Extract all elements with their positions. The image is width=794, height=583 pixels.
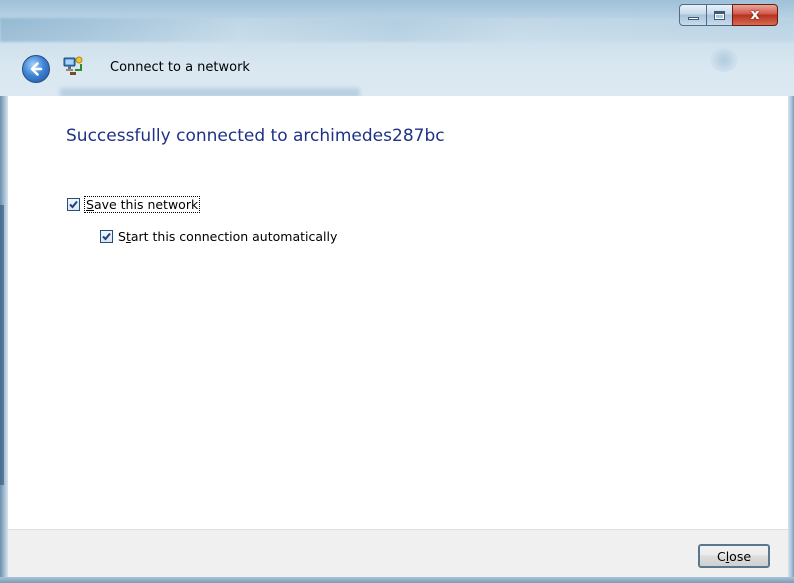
save-network-checkbox[interactable]	[67, 198, 80, 211]
button-bar: Cl ose	[8, 529, 788, 577]
right-window-border	[788, 96, 794, 583]
left-window-shadow	[0, 205, 4, 485]
checkmark-icon	[102, 232, 111, 241]
maximize-icon	[714, 10, 725, 20]
caption-buttons: x	[679, 4, 778, 26]
close-icon: x	[750, 7, 760, 23]
minimize-icon	[687, 16, 699, 20]
back-button[interactable]	[22, 55, 50, 83]
auto-connect-label: Start this connection automatically	[118, 229, 338, 244]
network-icon	[63, 56, 83, 75]
auto-connect-checkbox[interactable]	[100, 230, 113, 243]
close-window-button[interactable]: x	[732, 4, 778, 26]
content-panel: Successfully connected to archimedes287b…	[8, 96, 788, 529]
window-title: Connect to a network	[110, 60, 250, 75]
auto-connect-option[interactable]: Start this connection automatically	[100, 229, 337, 244]
close-button[interactable]: Cl ose	[698, 544, 770, 568]
blurred-search-icon	[710, 48, 738, 72]
success-heading: Successfully connected to archimedes287b…	[66, 126, 445, 146]
back-arrow-icon	[30, 62, 43, 76]
connect-network-window: x Connect to a network Successfully conn…	[0, 0, 794, 583]
blurred-background	[0, 18, 794, 42]
checkmark-icon	[69, 200, 78, 209]
title-bar[interactable]	[0, 0, 794, 98]
minimize-button[interactable]	[679, 4, 707, 26]
save-network-option[interactable]: Save this network	[67, 196, 201, 213]
maximize-button[interactable]	[706, 4, 733, 26]
bottom-window-border	[0, 577, 794, 583]
save-network-label: Save this network	[83, 196, 201, 213]
